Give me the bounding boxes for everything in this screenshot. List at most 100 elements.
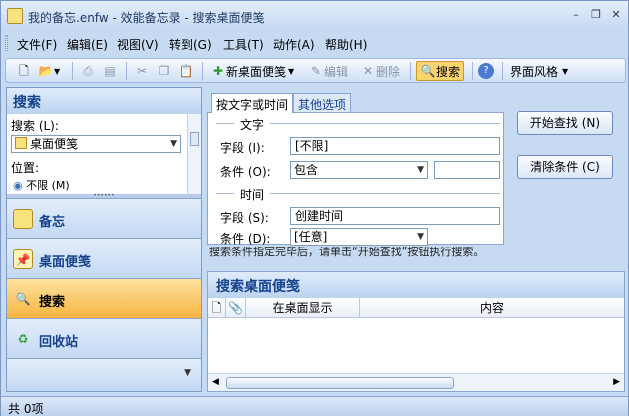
document-icon: 🗋 [211,301,222,315]
clear-criteria-button[interactable]: 清除条件 (C) [517,155,613,179]
new-file-icon: 🗋 [19,64,29,78]
cut-icon: ✂ [136,64,148,78]
open-button[interactable]: 📂 ▼ [38,61,61,81]
nav-item-memo[interactable]: 备忘 [7,198,201,238]
condition-text-input[interactable] [434,161,500,179]
results-horizontal-scrollbar[interactable]: ◀ ▶ [208,373,624,391]
tab-text-or-time[interactable]: 按文字或时间 [211,93,294,113]
search-label: 搜索 [436,64,461,79]
search-button[interactable]: 🔍 搜索 [416,61,465,81]
toolbar: 🗋 📂 ▼ ⎙ ▤ ✂ ❐ 📋 ✚ 新桌面便笺 ▼ ✎ 编辑 ✕ 删除 🔍 搜索 ? 界面风… [5,58,626,83]
doc-column-header[interactable]: 🗋 [208,298,226,318]
menu-view[interactable]: 视图(V) [117,36,159,53]
start-search-button[interactable]: 开始查找 (N) [517,111,613,135]
nav-item-label: 备忘 [39,215,66,230]
column-show-on-desktop[interactable]: 在桌面显示 [246,298,360,318]
delete-label: 删除 [376,64,401,79]
results-title: 搜索桌面便笺 [208,272,624,298]
chevron-down-icon: ▼ [170,139,177,149]
condition-value: 包含 [294,163,319,177]
status-count: 共 0项 [8,402,44,416]
close-button[interactable]: ✕ [609,8,623,22]
column-content[interactable]: 内容 [360,298,624,318]
delete-button[interactable]: ✕ 删除 [360,61,400,81]
memo-icon [13,209,33,229]
location-option[interactable]: ◉ 不限 (M) [13,177,70,192]
scroll-thumb[interactable] [190,132,199,146]
nav-item-label: 桌面便笺 [39,255,92,270]
nav-item-desktop-notes[interactable]: 📌 桌面便笺 [7,238,201,278]
menu-edit[interactable]: 编辑(E) [67,36,108,53]
paste-button[interactable]: 📋 [178,61,194,81]
chevron-down-icon: ▼ [417,232,424,242]
toolbar-separator [472,62,473,80]
menu-action[interactable]: 动作(A) [273,36,315,53]
radio-icon: ◉ [13,179,23,192]
print-icon: ⎙ [83,64,93,78]
toolbar-separator [72,62,73,80]
chevron-down-icon: ▼ [54,66,61,76]
search-scope-value: 桌面便笺 [30,137,79,151]
restore-button[interactable]: ❐ [589,8,603,22]
menu-file[interactable]: 文件(F) [17,36,57,53]
left-pane-header: 搜索 [7,88,201,114]
group-line [270,193,500,194]
note-icon [15,137,27,149]
menu-bar: 文件(F) 编辑(E) 视图(V) 转到(G) 工具(T) 动作(A) 帮助(H… [5,33,625,53]
edit-label: 编辑 [324,64,349,79]
menu-goto[interactable]: 转到(G) [169,36,212,53]
new-note-label: 新桌面便笺 [226,64,287,79]
new-file-button[interactable]: 🗋 [16,61,32,81]
toolbar-separator [126,62,127,80]
results-grid: 搜索桌面便笺 🗋 📎 在桌面显示 内容 ◀ ▶ [207,271,625,392]
scroll-right-icon[interactable]: ▶ [613,377,620,387]
nav-item-search[interactable]: 🔍 搜索 [7,278,201,318]
search-criteria-panel: 文字 字段 (I): [不限] 条件 (O): 包含 ▼ 时间 字段 (S): … [207,112,504,246]
print-button[interactable]: ⎙ [80,61,96,81]
group-text-label: 文字 [240,118,265,132]
time-condition-select[interactable]: [任意] ▼ [290,228,428,246]
nav-item-label: 回收站 [39,335,79,350]
preview-button[interactable]: ▤ [102,61,118,81]
preview-icon: ▤ [104,64,116,78]
toolbar-separator [502,62,503,80]
theme-label: 界面风格 [510,64,559,79]
menu-help[interactable]: 帮助(H) [325,36,367,53]
minimize-button[interactable]: – [569,8,583,22]
right-pane: 按文字或时间 其他选项 文字 字段 (I): [不限] 条件 (O): 包含 ▼… [207,87,625,392]
group-line [270,123,500,124]
field-label: 字段 (I): [220,141,265,155]
open-folder-icon: 📂 [38,64,54,78]
copy-icon: ❐ [158,64,170,78]
theme-menu[interactable]: 界面风格 ▼ [510,61,568,81]
search-scope-select[interactable]: 桌面便笺 ▼ [11,135,181,153]
plus-icon: ✚ [212,64,224,78]
copy-button[interactable]: ❐ [156,61,172,81]
search-hint: 搜索条件指定完毕后，请单击“开始查找”按钮执行搜索。 [209,247,485,258]
time-field-input[interactable]: 创建时间 [290,207,500,225]
menu-tools[interactable]: 工具(T) [223,36,264,53]
condition-select[interactable]: 包含 ▼ [290,161,428,179]
magnifier-icon: 🔍 [15,292,31,306]
cut-button[interactable]: ✂ [134,61,150,81]
menu-grip [5,35,8,51]
help-button[interactable]: ? [478,61,494,81]
left-form-scrollbar[interactable] [187,114,201,194]
tab-other-options[interactable]: 其他选项 [293,93,352,113]
edit-button[interactable]: ✎ 编辑 [308,61,348,81]
paste-icon: 📋 [178,64,194,78]
status-bar: 共 0项 [1,396,628,416]
condition-label: 条件 (O): [220,165,271,179]
location-value: 不限 (M) [26,179,70,192]
field-input[interactable]: [不限] [290,137,500,155]
chevron-down-icon[interactable]: ▼ [184,368,191,378]
nav-item-recycle-bin[interactable]: ♻ 回收站 [7,318,201,358]
main-window: 我的备忘.enfw - 效能备忘录 - 搜索桌面便笺 – ❐ ✕ 文件(F) 编… [0,0,629,416]
scroll-thumb[interactable] [226,377,454,389]
location-label: 位置: [11,161,40,175]
scroll-left-icon[interactable]: ◀ [212,377,219,387]
chevron-down-icon: ▼ [288,66,295,76]
attachment-column-header[interactable]: 📎 [226,298,246,318]
title-bar[interactable]: 我的备忘.enfw - 效能备忘录 - 搜索桌面便笺 – ❐ ✕ [1,1,628,31]
new-note-button[interactable]: ✚ 新桌面便笺 ▼ [210,61,294,81]
